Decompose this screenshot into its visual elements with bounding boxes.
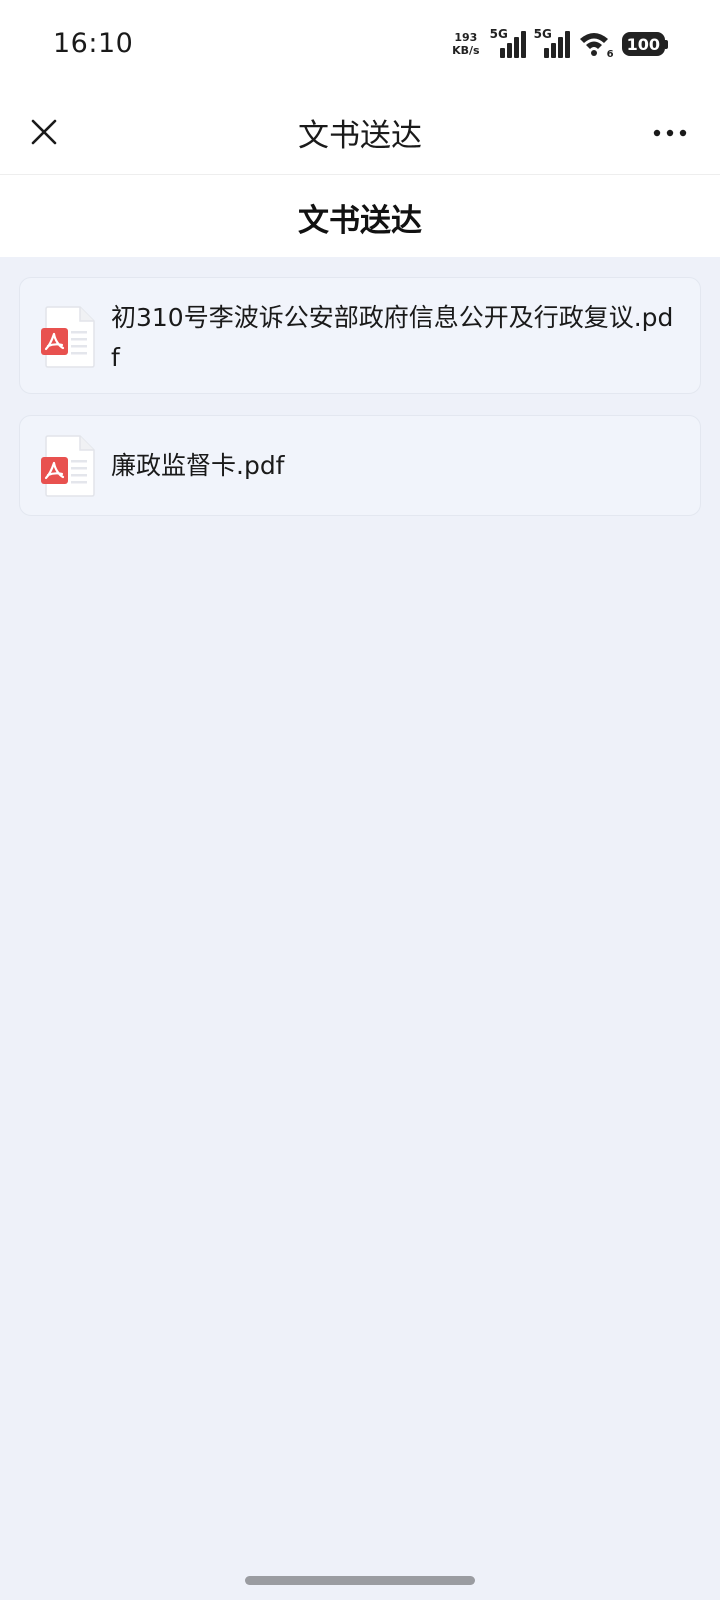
network-speed-value: 193: [454, 31, 478, 44]
battery-level: 100: [621, 32, 665, 56]
battery-cap: [665, 39, 668, 49]
network-speed: 193 KB/s: [452, 31, 479, 57]
battery-icon: 100: [621, 32, 668, 56]
more-icon: [653, 129, 687, 137]
network-speed-unit: KB/s: [452, 44, 480, 57]
status-time: 16:10: [53, 28, 134, 59]
file-list: 初310号李波诉公安部政府信息公开及行政复议.pdf 廉政监督卡.pdf: [19, 277, 701, 516]
page-title: 文书送达: [298, 203, 422, 239]
page-header: 文书送达: [0, 175, 720, 257]
signal-5g-label: 5G: [489, 27, 508, 41]
file-item[interactable]: 初310号李波诉公安部政府信息公开及行政复议.pdf: [19, 277, 701, 394]
wifi-label: 6: [606, 49, 614, 60]
file-item[interactable]: 廉政监督卡.pdf: [19, 415, 701, 516]
file-name: 廉政监督卡.pdf: [111, 450, 285, 480]
file-name: 初310号李波诉公安部政府信息公开及行政复议.pdf: [111, 303, 674, 372]
status-icons: 193 KB/s 5G 5G 6 100: [452, 26, 668, 62]
signal-5g-icon: 5G: [490, 28, 528, 60]
title-bar: 文书送达: [0, 92, 720, 175]
pdf-icon: [41, 306, 95, 368]
more-button[interactable]: [650, 116, 690, 150]
pdf-icon: [41, 434, 95, 497]
wifi-icon: 6: [578, 28, 614, 60]
status-bar: 16:10 193 KB/s 5G 5G 6 100: [0, 0, 720, 92]
signal-5g-icon-2: 5G: [534, 28, 572, 60]
home-indicator[interactable]: [245, 1576, 475, 1585]
signal-5g-label-2: 5G: [533, 27, 552, 41]
nav-title: 文书送达: [298, 118, 422, 154]
